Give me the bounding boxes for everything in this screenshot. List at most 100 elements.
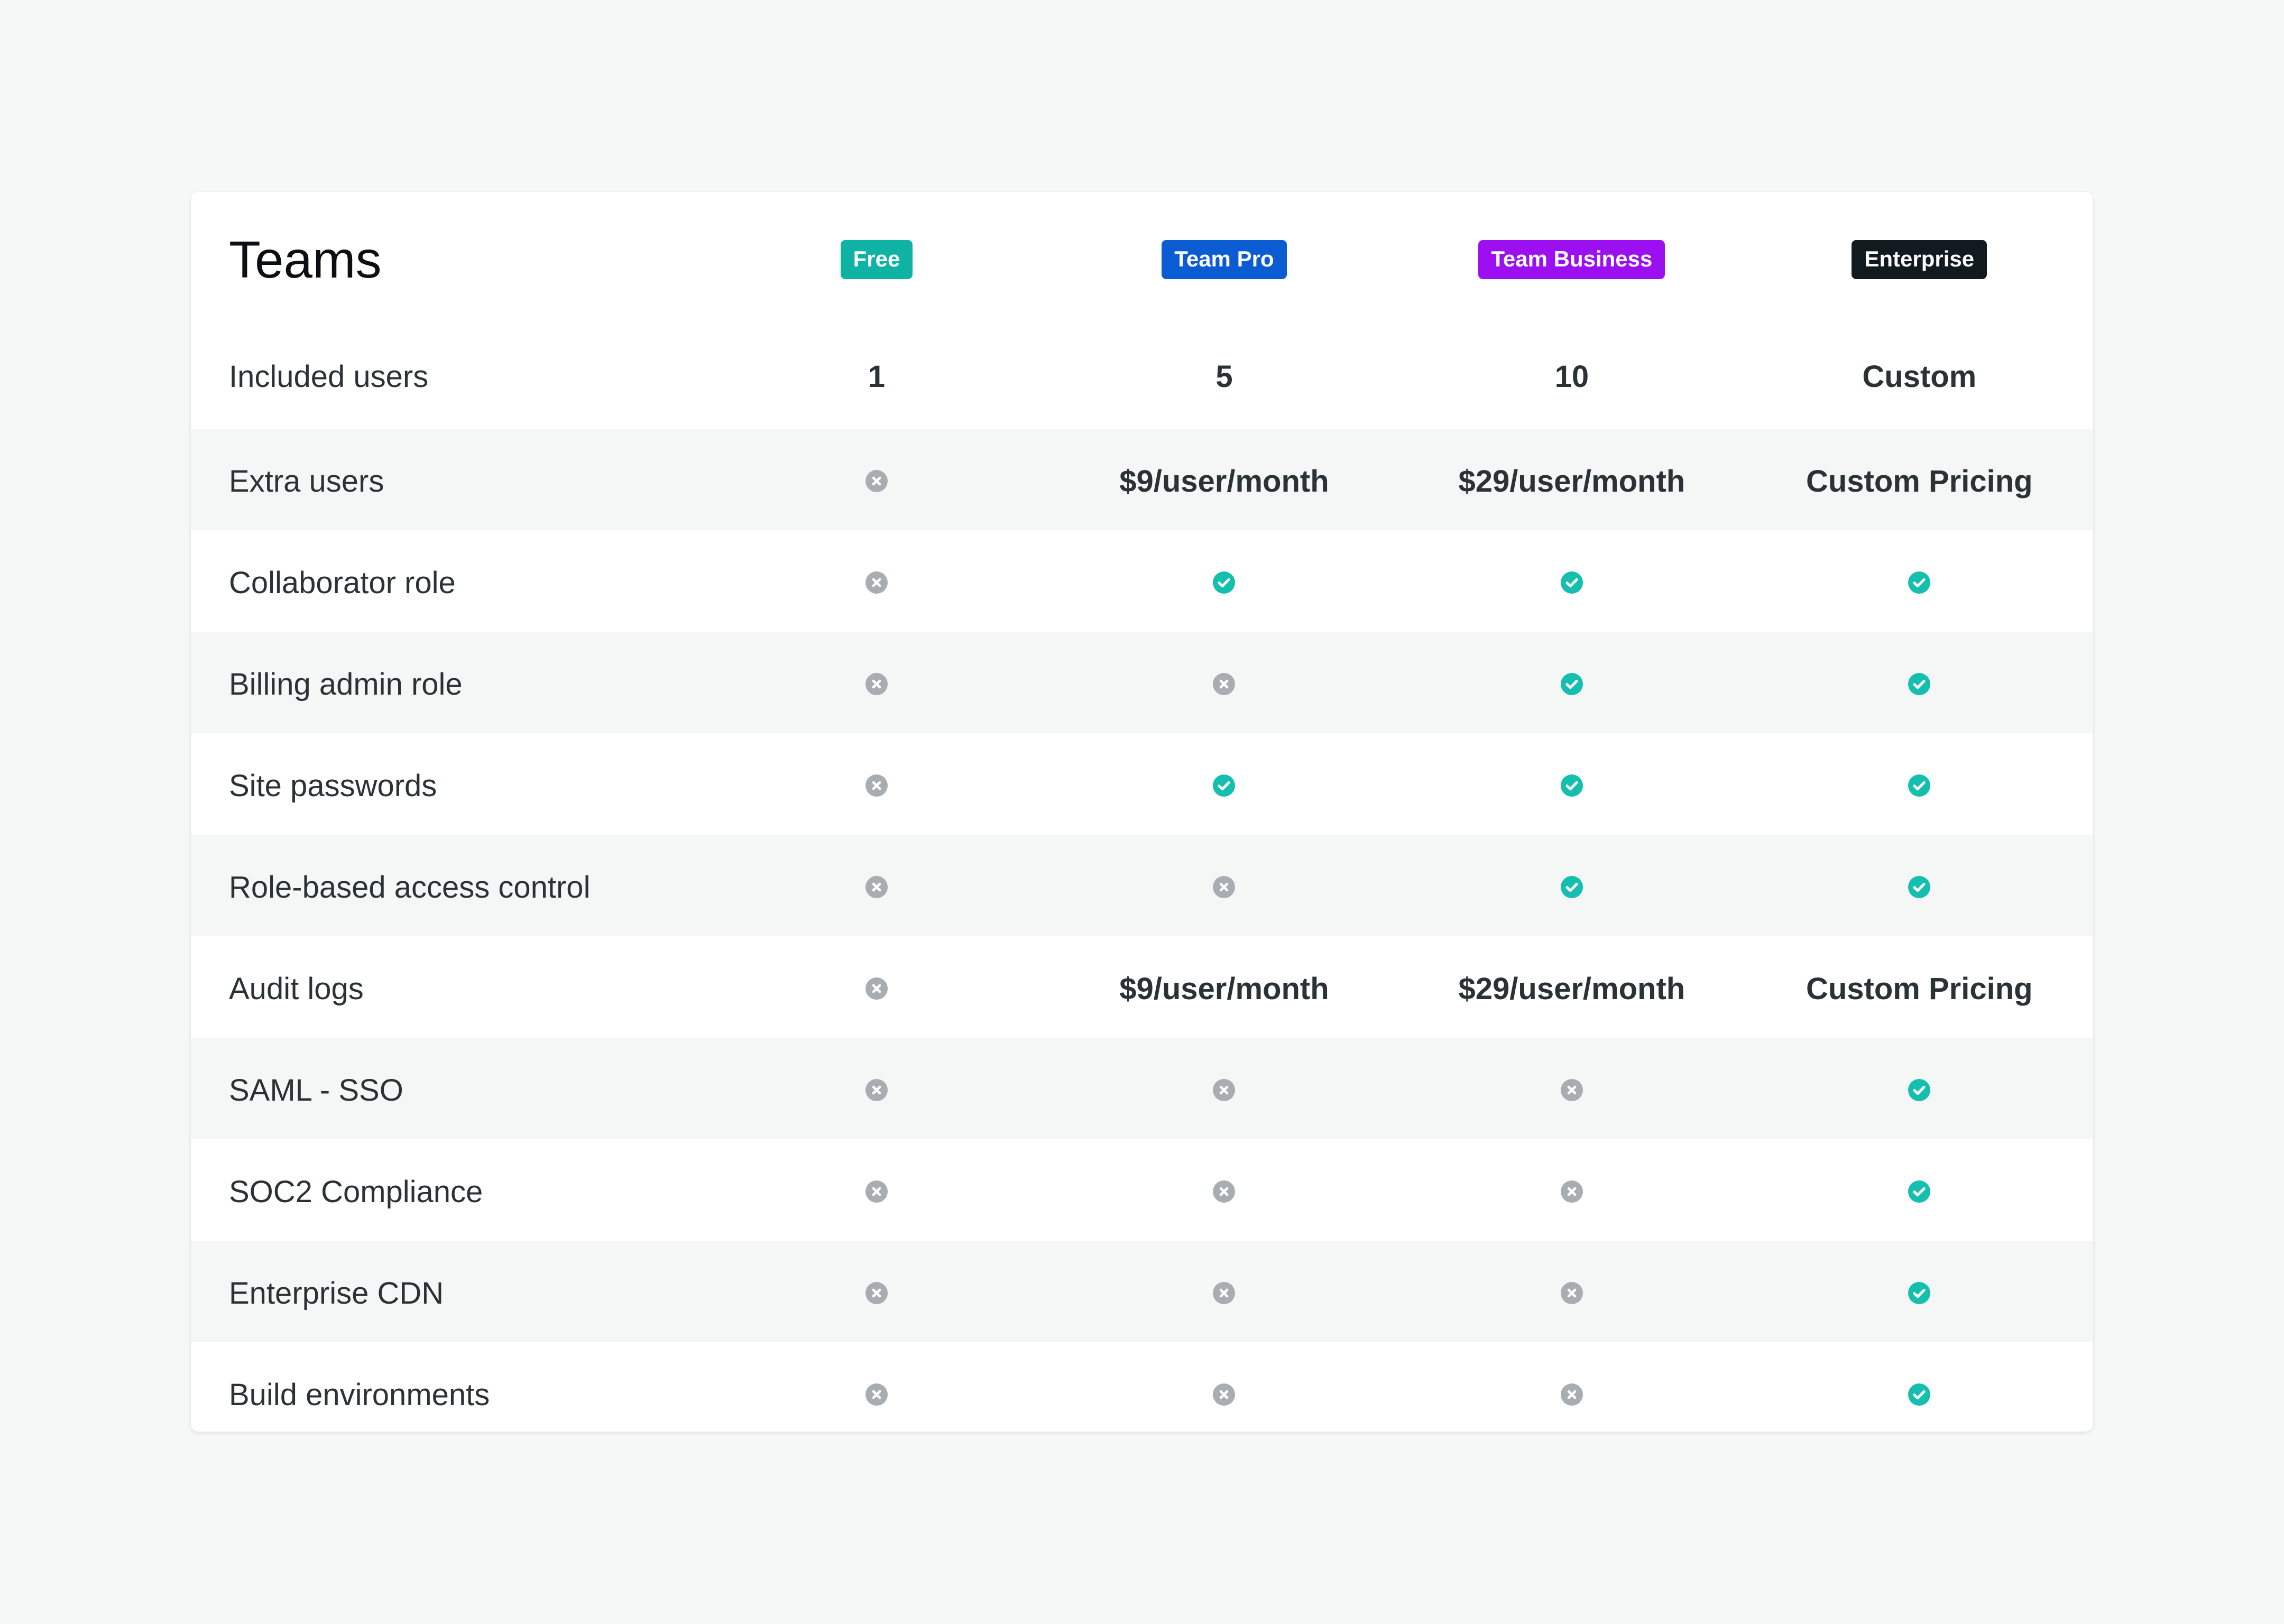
x-circle-icon <box>865 977 888 1000</box>
feature-value-team-business: $29/user/month <box>1458 971 1686 1006</box>
check-circle-icon <box>1560 876 1583 898</box>
x-circle-icon <box>865 571 888 594</box>
feature-label: SOC2 Compliance <box>229 1174 483 1209</box>
feature-cell-free <box>703 876 1050 898</box>
feature-value-free: 1 <box>868 359 886 394</box>
feature-cell-enterprise <box>1746 774 2093 797</box>
feature-value-team-pro: $9/user/month <box>1119 464 1329 499</box>
feature-cell-enterprise <box>1746 673 2093 695</box>
x-circle-icon <box>865 1180 888 1203</box>
feature-cell-free <box>703 1079 1050 1101</box>
feature-cell-free <box>703 977 1050 1000</box>
feature-cell-team-business <box>1398 1079 1745 1101</box>
table-row: Included users 1 5 10 Custom <box>191 327 2093 429</box>
check-circle-icon <box>1908 876 1931 898</box>
plan-badge-free: Free <box>840 240 913 279</box>
check-circle-icon <box>1908 1180 1931 1203</box>
x-circle-icon <box>1560 1383 1583 1406</box>
x-circle-icon <box>865 1079 888 1101</box>
feature-cell-team-pro <box>1051 571 1398 594</box>
x-circle-icon <box>865 876 888 898</box>
feature-cell-team-business <box>1398 1383 1745 1406</box>
check-circle-icon <box>1213 571 1236 594</box>
feature-cell-team-pro <box>1051 1282 1398 1304</box>
feature-cell-team-business <box>1398 876 1745 898</box>
feature-cell-free <box>703 571 1050 594</box>
feature-cell-enterprise <box>1746 1180 2093 1203</box>
table-row: Role-based access control <box>191 835 2093 936</box>
x-circle-icon <box>865 1383 888 1406</box>
feature-cell-team-pro <box>1051 1383 1398 1406</box>
x-circle-icon <box>865 774 888 797</box>
feature-cell-team-business <box>1398 774 1745 797</box>
feature-cell-enterprise <box>1746 1079 2093 1101</box>
feature-cell-team-pro <box>1051 876 1398 898</box>
feature-value-enterprise: Custom Pricing <box>1806 971 2033 1006</box>
feature-cell-team-pro <box>1051 1079 1398 1101</box>
feature-value-team-pro: 5 <box>1215 359 1233 394</box>
feature-label: Site passwords <box>229 768 437 803</box>
feature-label: Extra users <box>229 464 384 499</box>
feature-cell-free <box>703 1282 1050 1304</box>
feature-cell-team-pro <box>1051 774 1398 797</box>
x-circle-icon <box>1213 1282 1236 1304</box>
x-circle-icon <box>1213 876 1236 898</box>
x-circle-icon <box>1213 1383 1236 1406</box>
feature-value-team-pro: $9/user/month <box>1119 971 1329 1006</box>
check-circle-icon <box>1213 774 1236 797</box>
feature-cell-team-business <box>1398 571 1745 594</box>
check-circle-icon <box>1560 774 1583 797</box>
x-circle-icon <box>1560 1079 1583 1101</box>
feature-label: Audit logs <box>229 971 364 1006</box>
feature-cell-team-pro <box>1051 1180 1398 1203</box>
feature-cell-enterprise <box>1746 571 2093 594</box>
check-circle-icon <box>1908 1383 1931 1406</box>
table-row: SAML - SSO <box>191 1038 2093 1139</box>
feature-cell-free <box>703 1383 1050 1406</box>
feature-cell-team-pro <box>1051 673 1398 695</box>
table-row: SOC2 Compliance <box>191 1139 2093 1241</box>
plan-badge-team-pro: Team Pro <box>1162 240 1287 279</box>
feature-label: Billing admin role <box>229 667 463 702</box>
plan-header-row: Teams Free Team Pro Team Business Enterp… <box>191 192 2093 327</box>
feature-cell-free <box>703 1180 1050 1203</box>
table-row: Build environments <box>191 1342 2093 1432</box>
feature-cell-free <box>703 673 1050 695</box>
check-circle-icon <box>1908 673 1931 695</box>
x-circle-icon <box>1560 1180 1583 1203</box>
x-circle-icon <box>865 1282 888 1304</box>
plan-badge-enterprise: Enterprise <box>1852 240 1987 279</box>
table-row: Audit logs $9/user/month $29/user/month Cus… <box>191 936 2093 1038</box>
feature-cell-team-business <box>1398 1180 1745 1203</box>
feature-value-enterprise: Custom <box>1862 359 1977 394</box>
check-circle-icon <box>1908 1282 1931 1304</box>
feature-cell-enterprise <box>1746 1383 2093 1406</box>
plan-badge-team-business: Team Business <box>1478 240 1665 279</box>
feature-cell-free <box>703 470 1050 492</box>
table-row: Site passwords <box>191 733 2093 835</box>
check-circle-icon <box>1908 774 1931 797</box>
feature-label: SAML - SSO <box>229 1073 403 1108</box>
check-circle-icon <box>1908 1079 1931 1101</box>
feature-cell-free <box>703 774 1050 797</box>
feature-cell-enterprise <box>1746 1282 2093 1304</box>
table-row: Collaborator role <box>191 530 2093 632</box>
feature-label: Build environments <box>229 1377 490 1412</box>
check-circle-icon <box>1908 571 1931 594</box>
table-row: Enterprise CDN <box>191 1241 2093 1342</box>
feature-label: Enterprise CDN <box>229 1276 444 1311</box>
feature-value-enterprise: Custom Pricing <box>1806 464 2033 499</box>
table-row: Billing admin role <box>191 632 2093 733</box>
x-circle-icon <box>1213 1180 1236 1203</box>
check-circle-icon <box>1560 571 1583 594</box>
x-circle-icon <box>865 470 888 492</box>
x-circle-icon <box>1213 673 1236 695</box>
pricing-comparison-card: Teams Free Team Pro Team Business Enterp… <box>191 192 2093 1432</box>
x-circle-icon <box>1213 1079 1236 1101</box>
feature-label: Role-based access control <box>229 870 591 905</box>
feature-value-team-business: $29/user/month <box>1458 464 1686 499</box>
check-circle-icon <box>1560 673 1583 695</box>
feature-value-team-business: 10 <box>1554 359 1589 394</box>
feature-label: Collaborator role <box>229 565 456 600</box>
table-row: Extra users $9/user/month $29/user/month Cu… <box>191 429 2093 530</box>
